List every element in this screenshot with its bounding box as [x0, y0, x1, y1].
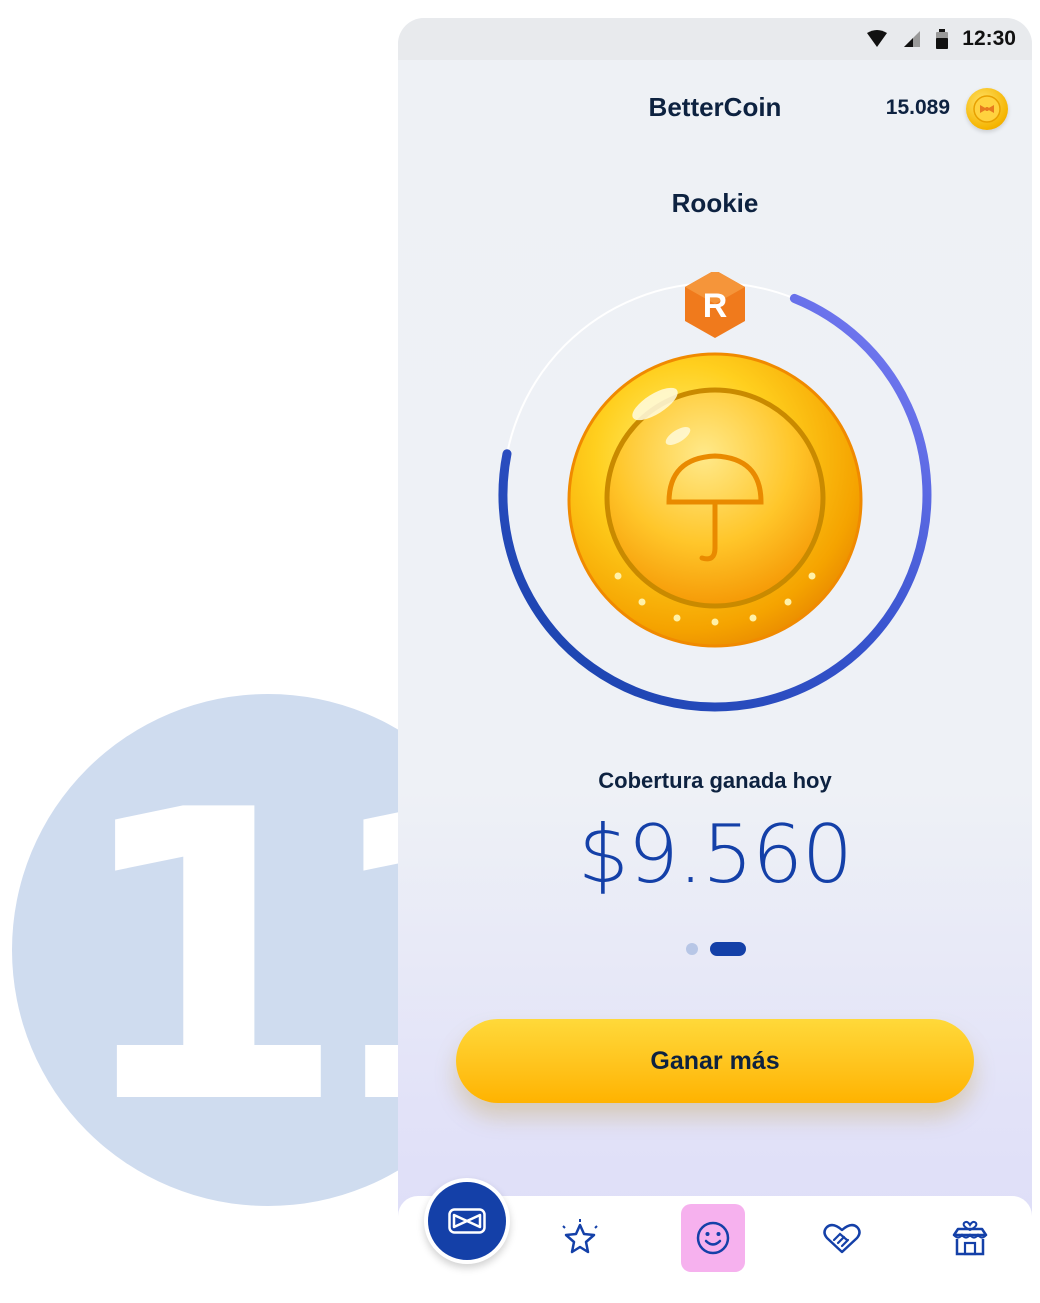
phone-screen: 12:30 BetterCoin 15.089 Rookie R Cobertu…: [398, 18, 1032, 1303]
coin-balance: 15.089: [885, 96, 950, 119]
level-name: Rookie: [671, 188, 759, 218]
level-badge-letter: R: [703, 287, 728, 325]
level-badge: R: [685, 272, 745, 338]
smiley-icon: [696, 1221, 730, 1255]
heart-handshake-icon: [823, 1223, 861, 1254]
pager-dot-active[interactable]: [710, 942, 746, 956]
store-icon: [952, 1220, 988, 1256]
nav-item-store[interactable]: [938, 1204, 1002, 1272]
status-time: 12:30: [962, 27, 1016, 50]
nav-item-profile[interactable]: [681, 1204, 745, 1272]
app-header: BetterCoin 15.089: [398, 86, 1032, 130]
nav-item-care[interactable]: [810, 1204, 874, 1272]
bottom-nav: [398, 1178, 1032, 1303]
earn-more-button[interactable]: Ganar más: [456, 1019, 974, 1103]
bowtie-logo-icon: [448, 1208, 486, 1234]
status-bar: 12:30: [398, 18, 1032, 60]
wifi-icon: [867, 30, 888, 47]
cell-signal-icon: [904, 31, 921, 47]
pager-dots: [686, 942, 746, 956]
star-icon: [562, 1219, 598, 1254]
level-progress-ring: R: [498, 272, 932, 712]
coverage-value: $9.560: [578, 808, 853, 901]
pager-dot[interactable]: [686, 943, 698, 955]
coverage-label: Cobertura ganada hoy: [598, 768, 832, 793]
nav-item-achievements[interactable]: [548, 1204, 612, 1272]
nav-home-button[interactable]: [424, 1178, 510, 1264]
battery-icon: [936, 29, 949, 49]
coin: [567, 352, 863, 648]
coin-balance-icon[interactable]: [966, 88, 1008, 130]
